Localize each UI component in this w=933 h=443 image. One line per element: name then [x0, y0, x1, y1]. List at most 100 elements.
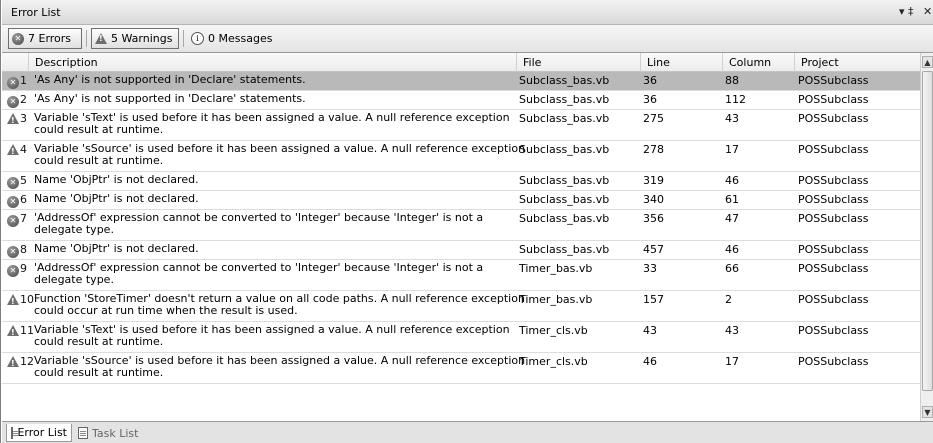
header-description[interactable]: Description: [29, 53, 517, 72]
error-icon: ✕: [7, 96, 19, 108]
row-line: 457: [643, 243, 664, 256]
row-number: 3: [20, 112, 27, 125]
scroll-up-icon[interactable]: ▲: [922, 56, 933, 68]
row-line: 36: [643, 93, 657, 106]
row-project: POSSubclass: [798, 212, 869, 225]
row-description: Name 'ObjPtr' is not declared.: [34, 173, 199, 186]
row-column: 43: [725, 112, 739, 125]
row-file: Subclass_bas.vb: [519, 174, 610, 187]
row-line: 340: [643, 193, 664, 206]
row-description: Variable 'sText' is used before it has b…: [34, 323, 510, 348]
row-line: 356: [643, 212, 664, 225]
warning-icon: [7, 113, 19, 127]
table-row[interactable]: 12Variable 'sSource' is used before it h…: [2, 353, 920, 384]
table-row[interactable]: ✕ 2 'As Any' is not supported in 'Declare'…: [2, 91, 920, 110]
row-description: Name 'ObjPtr' is not declared.: [34, 192, 199, 205]
error-icon: ✕: [7, 215, 19, 227]
row-number: 4: [20, 143, 27, 156]
row-severity-icon: ✕: [7, 75, 19, 89]
row-project: POSSubclass: [798, 193, 869, 206]
row-severity-icon: [7, 113, 19, 127]
row-severity-icon: ✕: [7, 94, 19, 108]
row-description: Variable 'sSource' is used before it has…: [34, 354, 526, 379]
header-column[interactable]: Column: [723, 53, 795, 72]
row-line: 275: [643, 112, 664, 125]
warning-icon: [95, 33, 107, 44]
error-icon: ✕: [7, 246, 19, 258]
table-row[interactable]: ✕ 1 'As Any' is not supported in 'Declare'…: [2, 72, 920, 91]
error-list-window: Error List ▾ ‡ ✕ ✕ 7 Errors 5 Warnings i…: [0, 0, 933, 443]
scrollbar-thumb[interactable]: [922, 71, 933, 391]
toolbar-separator: [86, 30, 87, 47]
info-icon: i: [191, 32, 204, 45]
tab-task-list[interactable]: Task List: [74, 424, 154, 442]
row-line: 43: [643, 324, 657, 337]
row-project: POSSubclass: [798, 143, 869, 156]
row-file: Subclass_bas.vb: [519, 243, 610, 256]
row-severity-icon: ✕: [7, 244, 19, 258]
grid-header: Description File Line Column Project: [2, 53, 920, 72]
warnings-filter-button[interactable]: 5 Warnings: [91, 28, 179, 49]
table-row[interactable]: ✕ 7 'AddressOf' expression cannot be conve…: [2, 210, 920, 241]
row-column: 46: [725, 174, 739, 187]
table-row[interactable]: ✕ 6 Name 'ObjPtr' is not declared. Subclass…: [2, 191, 920, 210]
row-description: 'As Any' is not supported in 'Declare' s…: [34, 92, 306, 105]
row-severity-icon: [7, 294, 19, 308]
row-line: 319: [643, 174, 664, 187]
table-row[interactable]: ✕ 5 Name 'ObjPtr' is not declared. Subclass…: [2, 172, 920, 191]
row-file: Timer_cls.vb: [519, 324, 588, 337]
row-number: 9: [20, 262, 27, 275]
row-project: POSSubclass: [798, 243, 869, 256]
vertical-scrollbar[interactable]: ▲ ▼: [920, 53, 933, 421]
row-project: POSSubclass: [798, 93, 869, 106]
row-severity-icon: [7, 356, 19, 370]
messages-filter-button[interactable]: i 0 Messages: [188, 28, 278, 49]
error-icon: ✕: [12, 32, 24, 45]
row-column: 47: [725, 212, 739, 225]
row-column: 46: [725, 243, 739, 256]
error-icon: ✕: [7, 196, 19, 208]
header-line[interactable]: Line: [641, 53, 723, 72]
warning-icon: [7, 356, 19, 370]
table-row[interactable]: 10Function 'StoreTimer' doesn't return a…: [2, 291, 920, 322]
header-file[interactable]: File: [517, 53, 641, 72]
row-project: POSSubclass: [798, 262, 869, 275]
table-row[interactable]: ✕ 8 Name 'ObjPtr' is not declared. Subclass…: [2, 241, 920, 260]
row-line: 278: [643, 143, 664, 156]
row-file: Timer_bas.vb: [519, 293, 593, 306]
toolbar-separator: [183, 30, 184, 47]
tab-error-list[interactable]: Error List: [6, 424, 72, 442]
errors-filter-button[interactable]: ✕ 7 Errors: [8, 28, 82, 49]
header-project[interactable]: Project: [795, 53, 920, 72]
messages-filter-label: 0 Messages: [208, 32, 273, 45]
bottom-tab-strip: Error List Task List: [2, 421, 933, 443]
row-severity-icon: ✕: [7, 194, 19, 208]
row-file: Subclass_bas.vb: [519, 193, 610, 206]
close-icon[interactable]: ✕: [923, 5, 932, 18]
row-number: 1: [20, 74, 27, 87]
row-project: POSSubclass: [798, 355, 869, 368]
table-row[interactable]: 3 Variable 'sText' is used before it has …: [2, 110, 920, 141]
row-column: 43: [725, 324, 739, 337]
row-project: POSSubclass: [798, 74, 869, 87]
table-row[interactable]: ✕ 9 'AddressOf' expression cannot be conve…: [2, 260, 920, 291]
header-icon-column[interactable]: [2, 53, 29, 72]
error-icon: ✕: [7, 265, 19, 277]
table-row[interactable]: 4 Variable 'sSource' is used before it ha…: [2, 141, 920, 172]
row-file: Timer_bas.vb: [519, 262, 593, 275]
row-number: 5: [20, 174, 27, 187]
scroll-down-icon[interactable]: ▼: [922, 406, 933, 418]
row-file: Subclass_bas.vb: [519, 112, 610, 125]
tab-label: Task List: [92, 426, 139, 440]
row-number: 8: [20, 243, 27, 256]
row-description: Variable 'sText' is used before it has b…: [34, 111, 510, 136]
table-row[interactable]: 11Variable 'sText' is used before it has…: [2, 322, 920, 353]
row-severity-icon: ✕: [7, 263, 19, 277]
row-description: 'AddressOf' expression cannot be convert…: [34, 261, 484, 286]
row-column: 61: [725, 193, 739, 206]
row-file: Subclass_bas.vb: [519, 143, 610, 156]
pin-icon[interactable]: ▾ ‡: [899, 5, 914, 18]
warnings-filter-label: 5 Warnings: [111, 32, 173, 45]
title-bar[interactable]: Error List ▾ ‡ ✕: [2, 0, 933, 25]
row-line: 157: [643, 293, 664, 306]
